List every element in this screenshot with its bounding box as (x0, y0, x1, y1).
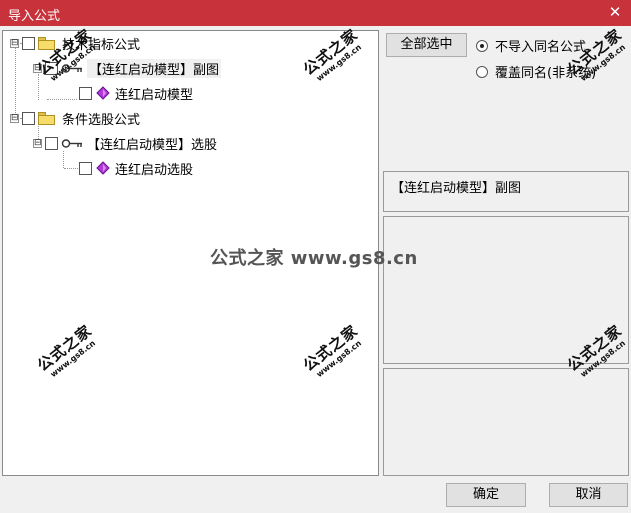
select-all-button[interactable]: 全部选中 (386, 33, 467, 57)
radio-no-import[interactable] (476, 39, 488, 52)
window-title: 导入公式 (8, 9, 61, 24)
folder-icon (38, 36, 56, 50)
formula-gem-icon (96, 161, 110, 175)
tree-node-model-screening[interactable]: ⊟ 【连红启动模型】选股 (33, 133, 217, 153)
formula-gem-icon (96, 86, 110, 100)
folder-icon (38, 111, 56, 125)
option-label: 不导入同名公式 (495, 40, 587, 55)
tree-node-screening-formula[interactable]: 连红启动选股 (79, 158, 193, 178)
tree-node-model-subchart[interactable]: ⊟ 【连红启动模型】副图 (33, 58, 222, 78)
collapse-icon[interactable]: ⊟ (33, 63, 42, 73)
key-icon (61, 63, 82, 73)
tree-node-label: 【连红启动模型】选股 (87, 137, 218, 153)
collapse-icon[interactable]: ⊟ (33, 138, 42, 148)
option-label: 覆盖同名(非系统) (495, 66, 597, 81)
cancel-button[interactable]: 取消 (549, 483, 628, 507)
tree-node-stock-screening[interactable]: ⊟ 条件选股公式 (10, 108, 140, 128)
center-watermark: 公式之家 www.gs8.cn (210, 248, 418, 269)
tree-node-label: 连红启动选股 (115, 162, 194, 178)
formula-detail-box (383, 368, 629, 476)
title-bar: 导入公式 ✕ (0, 0, 631, 26)
radio-overwrite[interactable] (476, 65, 488, 78)
tree-connector (64, 168, 78, 169)
tree-node-label: 【连红启动模型】副图 (87, 58, 222, 78)
node-checkbox[interactable] (45, 61, 58, 75)
node-checkbox[interactable] (22, 111, 35, 125)
close-icon[interactable]: ✕ (607, 3, 623, 21)
tree-node-tech-indicators[interactable]: ⊟ 技术指标公式 (10, 33, 140, 53)
tree-connector (47, 99, 77, 100)
tree-node-label: 条件选股公式 (62, 112, 141, 128)
ok-button[interactable]: 确定 (446, 483, 526, 507)
formula-description-box (383, 216, 629, 364)
node-checkbox[interactable] (79, 86, 92, 100)
key-icon (61, 138, 82, 148)
tree-node-model-formula[interactable]: 连红启动模型 (79, 83, 193, 103)
collapse-icon[interactable]: ⊟ (10, 113, 19, 123)
option-overwrite-same-name[interactable]: 覆盖同名(非系统) (476, 62, 596, 81)
tree-node-label: 技术指标公式 (62, 37, 141, 53)
option-no-import-same-name[interactable]: 不导入同名公式 (476, 36, 586, 55)
selected-formula-name: 【连红启动模型】副图 (391, 181, 522, 196)
collapse-icon[interactable]: ⊟ (10, 38, 19, 48)
tree-connector (63, 151, 64, 168)
node-checkbox[interactable] (45, 136, 58, 150)
node-checkbox[interactable] (79, 161, 92, 175)
node-checkbox[interactable] (22, 36, 35, 50)
tree-node-label: 连红启动模型 (115, 87, 194, 103)
formula-name-box: 【连红启动模型】副图 (383, 171, 629, 212)
